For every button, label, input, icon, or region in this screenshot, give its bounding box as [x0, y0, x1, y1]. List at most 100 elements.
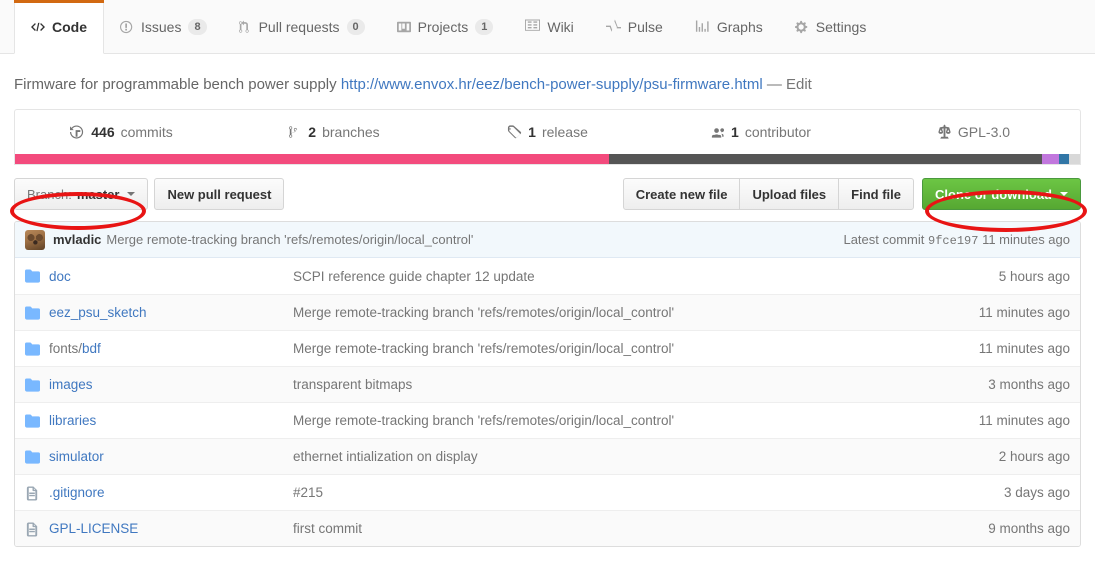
file-link[interactable]: libraries: [49, 413, 96, 428]
upload-files-button[interactable]: Upload files: [739, 178, 840, 210]
description-dash: —: [766, 76, 782, 93]
file-commit-message[interactable]: SCPI reference guide chapter 12 update: [293, 269, 966, 284]
repository-stats-box: 446 commits 2 branches 1 release 1 contributor G…: [14, 109, 1081, 165]
repository-description: Firmware for programmable bench power su…: [0, 54, 1095, 109]
repository-description-text: Firmware for programmable bench power su…: [14, 76, 337, 93]
tab-counter: 1: [475, 19, 494, 35]
file-name: eez_psu_sketch: [49, 305, 147, 320]
file-link[interactable]: GPL-LICENSE: [49, 521, 138, 536]
file-link[interactable]: doc: [49, 269, 71, 284]
repository-nav-bar: Code Issues 8 Pull requests 0 Projects 1 Wiki Pu…: [0, 0, 1095, 54]
file-commit-age: 11 minutes ago: [978, 413, 1070, 428]
folder-icon: [25, 268, 40, 284]
file-commit-message[interactable]: Merge remote-tracking branch 'refs/remot…: [293, 413, 966, 428]
git-pull-request-icon: [238, 19, 252, 35]
language-segment-c: [609, 154, 1042, 164]
tab-settings[interactable]: Settings: [779, 0, 883, 54]
law-icon: [937, 124, 952, 140]
stat-number: 2: [308, 124, 317, 140]
stat-release[interactable]: 1 release: [441, 110, 654, 154]
file-commit-message[interactable]: Merge remote-tracking branch 'refs/remot…: [293, 305, 966, 320]
history-icon: [70, 124, 85, 140]
file-commit-message[interactable]: #215: [293, 485, 966, 500]
folder-icon: [25, 341, 40, 357]
file-actions-group: Create new file Upload files Find file: [622, 178, 914, 210]
chevron-down-icon: [1060, 192, 1068, 196]
project-icon: [396, 19, 411, 35]
tab-label: Graphs: [716, 19, 763, 35]
find-file-button[interactable]: Find file: [838, 178, 914, 210]
file-commit-message[interactable]: ethernet intialization on display: [293, 449, 966, 464]
commit-message[interactable]: Merge remote-tracking branch 'refs/remot…: [106, 232, 473, 247]
file-commit-age: 5 hours ago: [998, 268, 1070, 284]
table-row[interactable]: doc SCPI reference guide chapter 12 updat…: [15, 258, 1080, 294]
folder-icon: [25, 305, 40, 321]
file-link[interactable]: fonts/bdf: [49, 341, 101, 356]
file-link[interactable]: .gitignore: [49, 485, 105, 500]
new-pull-request-button[interactable]: New pull request: [154, 178, 285, 210]
tab-wiki[interactable]: Wiki: [509, 0, 589, 54]
book-icon: [525, 19, 541, 35]
table-row[interactable]: eez_psu_sketch Merge remote-tracking bran…: [15, 294, 1080, 330]
file-link[interactable]: images: [49, 377, 93, 392]
table-row[interactable]: fonts/bdf Merge remote-tracking branch 'r…: [15, 330, 1080, 366]
file-path-prefix: fonts/: [49, 341, 83, 356]
file-name-cell: simulator: [25, 449, 293, 465]
people-icon: [710, 124, 725, 140]
latest-commit-bar: mvladic Merge remote-tracking branch 're…: [15, 222, 1080, 258]
table-row[interactable]: GPL-LICENSE first commit 9 months ago: [15, 510, 1080, 546]
stat-branches[interactable]: 2 branches: [228, 110, 441, 154]
latest-commit-age: 11 minutes ago: [982, 231, 1070, 247]
file-commit-message[interactable]: first commit: [293, 521, 966, 536]
table-row[interactable]: libraries Merge remote-tracking branch 'r…: [15, 402, 1080, 438]
file-icon: [25, 521, 40, 537]
file-commit-message[interactable]: transparent bitmaps: [293, 377, 966, 392]
folder-icon: [25, 413, 40, 429]
latest-commit-prefix: Latest commit: [843, 231, 925, 247]
pulse-icon: [605, 19, 621, 35]
file-commit-age: 2 hours ago: [998, 449, 1070, 464]
stat-number: 1: [528, 124, 536, 140]
commit-sha-link[interactable]: 9fce197: [928, 234, 978, 248]
tab-issues[interactable]: Issues 8: [104, 0, 223, 54]
stat-gpl-3-0[interactable]: GPL-3.0: [867, 110, 1080, 154]
table-row[interactable]: images transparent bitmaps 3 months ago: [15, 366, 1080, 402]
issue-opened-icon: [120, 19, 134, 35]
file-name-cell: GPL-LICENSE: [25, 521, 293, 537]
stat-number: 1: [731, 124, 739, 140]
clone-or-download-label: Clone or download: [935, 186, 1052, 202]
tab-label: Wiki: [547, 19, 574, 35]
file-name: libraries: [49, 413, 97, 428]
table-row[interactable]: .gitignore #215 3 days ago: [15, 474, 1080, 510]
file-link[interactable]: simulator: [49, 449, 104, 464]
file-name: simulator: [49, 449, 104, 464]
tab-pull-requests[interactable]: Pull requests 0: [223, 0, 381, 54]
file-name: .gitignore: [49, 485, 105, 500]
commit-author-link[interactable]: mvladic: [53, 232, 101, 247]
tab-counter: 0: [346, 19, 365, 35]
tab-code[interactable]: Code: [14, 0, 104, 54]
file-commit-message[interactable]: Merge remote-tracking branch 'refs/remot…: [293, 341, 966, 356]
stat-commits[interactable]: 446 commits: [15, 110, 228, 154]
file-name: bdf: [82, 341, 101, 356]
avatar[interactable]: [25, 229, 45, 250]
tab-projects[interactable]: Projects 1: [381, 0, 510, 54]
tab-label: Projects: [417, 19, 469, 35]
file-name-cell: .gitignore: [25, 485, 293, 501]
file-link[interactable]: eez_psu_sketch: [49, 305, 147, 320]
git-branch-icon: [289, 124, 302, 140]
tab-label: Code: [52, 18, 87, 35]
clone-or-download-button[interactable]: Clone or download: [922, 178, 1081, 210]
folder-icon: [25, 449, 40, 465]
language-segment-python: [1041, 154, 1059, 164]
create-new-file-button[interactable]: Create new file: [622, 178, 741, 210]
tab-pulse[interactable]: Pulse: [590, 0, 679, 54]
repository-homepage-link[interactable]: http://www.envox.hr/eez/bench-power-supp…: [341, 76, 763, 93]
edit-description-link[interactable]: Edit: [786, 76, 812, 93]
stat-contributor[interactable]: 1 contributor: [654, 110, 867, 154]
branch-selector-button[interactable]: Branch: master: [14, 178, 149, 210]
language-breakdown-bar[interactable]: [15, 154, 1080, 164]
tab-label: Pull requests: [258, 19, 340, 35]
tab-graphs[interactable]: Graphs: [679, 0, 779, 54]
table-row[interactable]: simulator ethernet intialization on displ…: [15, 438, 1080, 474]
